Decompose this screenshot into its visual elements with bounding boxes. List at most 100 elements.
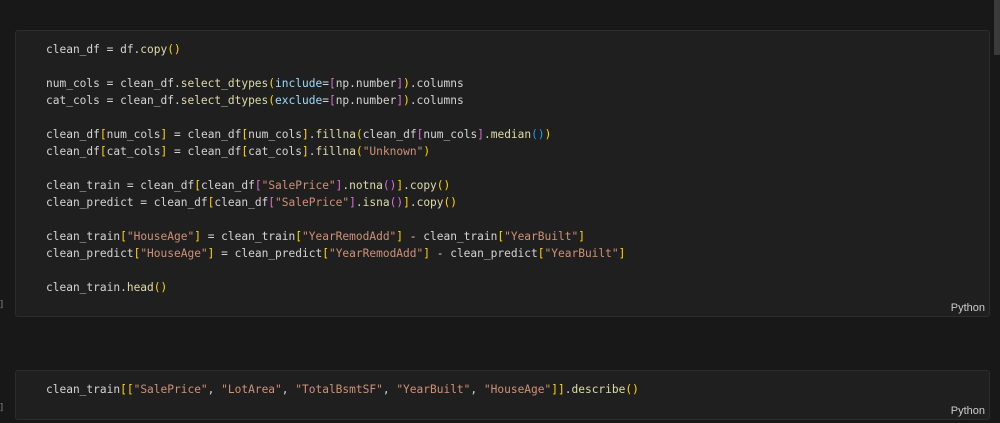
code-line[interactable] xyxy=(46,58,625,75)
code-token: [[ xyxy=(120,383,134,396)
code-token: () xyxy=(167,43,181,56)
code-token: () xyxy=(436,179,451,192)
code-token: ] xyxy=(423,247,430,260)
code-token: include xyxy=(275,77,323,90)
code-token: "YearBuilt" xyxy=(504,230,579,243)
code-token: num_cols xyxy=(106,128,161,141)
code-line[interactable]: clean_train = clean_df[clean_df["SalePri… xyxy=(46,177,625,194)
code-token: clean_df = df. xyxy=(46,43,141,56)
code-token: . xyxy=(308,128,316,141)
code-token: , xyxy=(281,383,296,396)
code-cell-2[interactable]: clean_train[["SalePrice", "LotArea", "To… xyxy=(15,370,990,420)
code-token: clean_df xyxy=(46,128,100,141)
code-token: [ xyxy=(322,247,329,260)
code-token: , xyxy=(470,383,484,396)
code-token: , xyxy=(382,383,397,396)
language-label[interactable]: Python xyxy=(951,302,985,314)
code-token: .columns xyxy=(409,77,464,90)
code-token: cat_cols = clean_df. xyxy=(46,94,181,107)
code-token: [ xyxy=(254,179,262,192)
code-line[interactable]: clean_train["HouseAge"] = clean_train["Y… xyxy=(46,228,625,245)
code-token: "HouseAge" xyxy=(483,383,552,396)
code-line[interactable] xyxy=(46,160,625,177)
code-token: num_cols = clean_df. xyxy=(46,77,181,90)
code-line[interactable]: clean_train[["SalePrice", "LotArea", "To… xyxy=(46,381,639,398)
code-token: "SalePrice" xyxy=(275,196,350,209)
code-token: exclude xyxy=(275,94,323,107)
code-token: isna xyxy=(362,196,390,209)
code-line[interactable]: clean_df[cat_cols] = clean_df[cat_cols].… xyxy=(46,143,625,160)
code-line[interactable]: clean_df = df.copy() xyxy=(46,41,625,58)
code-line[interactable]: clean_predict ["HouseAge"] = clean_predic… xyxy=(46,245,625,262)
code-token: "HouseAge" xyxy=(126,230,195,243)
code-token: notna xyxy=(349,179,383,192)
code-token: . xyxy=(483,128,491,141)
code-token: select_dtypes xyxy=(180,77,269,90)
code-editor-2[interactable]: clean_train[["SalePrice", "LotArea", "To… xyxy=(46,381,639,398)
code-token: ] xyxy=(302,128,309,141)
code-token: ] xyxy=(618,247,626,260)
code-token: () xyxy=(625,383,639,396)
code-token: clean_predict = clean_df xyxy=(46,196,208,209)
code-token: [ xyxy=(537,247,545,260)
code-line[interactable] xyxy=(46,109,625,126)
code-token: () xyxy=(443,196,458,209)
code-token: , xyxy=(207,383,222,396)
code-token: . xyxy=(308,145,316,158)
code-token: "YearBuilt" xyxy=(544,247,619,260)
code-token: head xyxy=(126,281,154,294)
code-token: . xyxy=(409,196,417,209)
code-token: "Unknown" xyxy=(362,145,424,158)
code-token: clean_train xyxy=(46,383,121,396)
code-line[interactable]: clean_df[num_cols] = clean_df[num_cols].… xyxy=(46,126,625,143)
code-token: .columns xyxy=(409,94,464,107)
code-token: () xyxy=(389,196,404,209)
code-token: = xyxy=(322,94,329,107)
code-token: = clean_predict xyxy=(214,247,323,260)
code-token: - clean_train xyxy=(403,230,498,243)
code-editor-1[interactable]: clean_df = df.copy() num_cols = clean_df… xyxy=(46,41,625,296)
code-token: copy xyxy=(416,196,444,209)
code-token: [ xyxy=(295,230,302,243)
code-token: "YearRemodAdd" xyxy=(328,247,424,260)
code-line[interactable]: num_cols = clean_df.select_dtypes(includ… xyxy=(46,75,625,92)
code-line[interactable]: clean_train.head() xyxy=(46,279,625,296)
code-token: np.number xyxy=(335,77,397,90)
code-token: describe xyxy=(571,383,626,396)
code-token: . xyxy=(355,196,363,209)
scrollbar[interactable] xyxy=(994,0,1000,55)
code-token: copy xyxy=(140,43,168,56)
code-token: cat_cols xyxy=(106,145,161,158)
execution-count-marker: ] xyxy=(0,403,4,413)
code-token: [ xyxy=(194,179,201,192)
code-token: = clean_df xyxy=(167,145,242,158)
code-token: select_dtypes xyxy=(180,94,269,107)
language-label[interactable]: Python xyxy=(951,405,985,417)
code-token: fillna xyxy=(315,145,356,158)
code-token: ) xyxy=(423,145,431,158)
code-line[interactable]: cat_cols = clean_df.select_dtypes(exclud… xyxy=(46,92,625,109)
code-token: ] xyxy=(302,145,309,158)
code-line[interactable] xyxy=(46,262,625,279)
code-token: = clean_train xyxy=(200,230,296,243)
code-token: clean_predict xyxy=(46,247,134,260)
code-token: ( xyxy=(355,128,363,141)
code-token: clean_train = clean_df xyxy=(46,179,195,192)
code-token: num_cols xyxy=(423,128,478,141)
code-token: clean_train xyxy=(46,230,121,243)
code-line[interactable]: clean_predict = clean_df[clean_df["SaleP… xyxy=(46,194,625,211)
code-token: ) xyxy=(403,94,410,107)
code-token: "YearRemodAdd" xyxy=(302,230,397,243)
code-token: "TotalBsmtSF" xyxy=(295,383,383,396)
code-token: [ xyxy=(120,230,127,243)
code-token: clean_df xyxy=(200,179,255,192)
code-token: ) xyxy=(544,128,552,141)
code-token: [ xyxy=(328,94,336,107)
code-token: ( xyxy=(355,145,363,158)
code-token: ] xyxy=(403,196,410,209)
code-token: fillna xyxy=(315,128,356,141)
execution-count-marker: ] xyxy=(0,300,4,310)
code-cell-1[interactable]: clean_df = df.copy() num_cols = clean_df… xyxy=(15,30,990,317)
code-token: "SalePrice" xyxy=(261,179,336,192)
code-line[interactable] xyxy=(46,211,625,228)
